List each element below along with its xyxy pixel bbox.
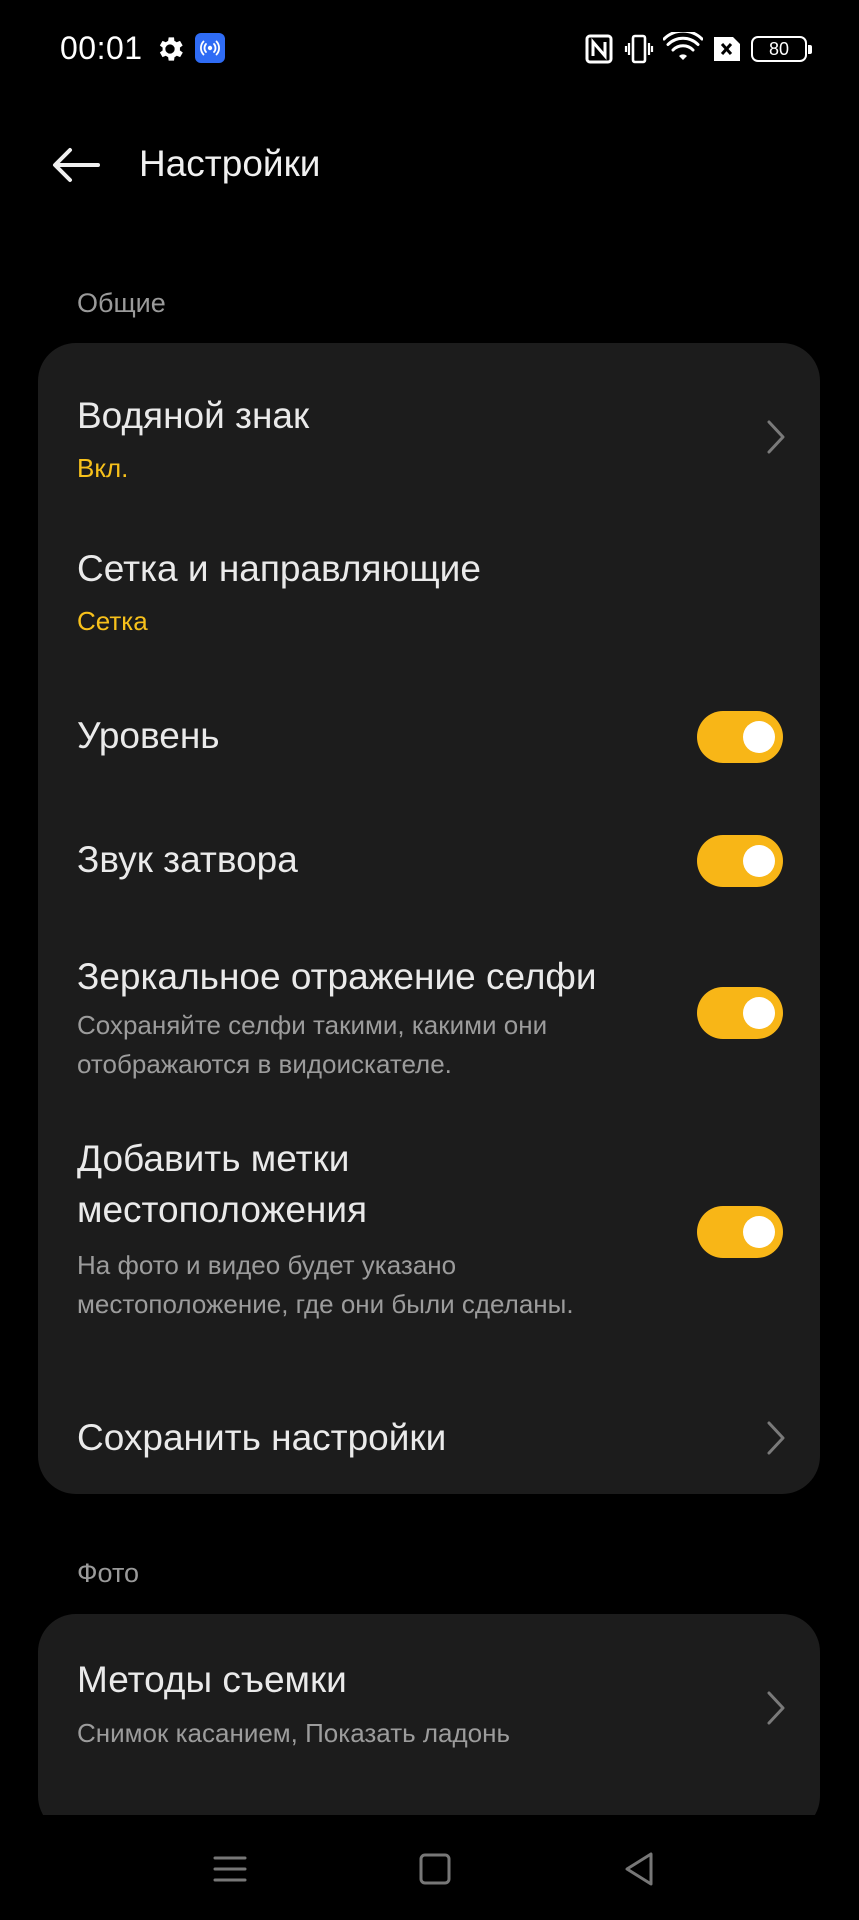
row-watermark[interactable]: Водяной знак Вкл. [38,343,820,493]
row-description: отображаются в видоискателе. [77,1049,452,1079]
settings-card-general: Водяной знак Вкл. Сетка и направляющие С… [38,343,820,1494]
row-mirror-selfie[interactable]: Зеркальное отражение селфи Сохраняйте се… [38,923,820,1113]
toggle-knob [743,721,775,753]
gear-icon [159,37,183,61]
row-shutter-sound[interactable]: Звук затвора [38,804,820,918]
menu-icon[interactable] [206,1845,254,1893]
battery-icon: 80 [751,36,812,62]
back-triangle-icon[interactable] [616,1845,664,1893]
row-title: Звук затвора [77,839,298,880]
status-bar: 00:01 80 [0,0,859,100]
row-description: На фото и видео будет указано [77,1250,457,1280]
page-title: Настройки [139,143,321,184]
row-title: Водяной знак [77,395,310,436]
row-description: местоположение, где они были сделаны. [77,1289,574,1319]
sim-off-icon [714,37,740,61]
status-time: 00:01 [60,30,143,66]
level-toggle[interactable] [697,711,783,763]
row-title: Сетка и направляющие [77,548,481,589]
row-save-settings[interactable]: Сохранить настройки [38,1383,820,1493]
row-description: Снимок касанием, Показать ладонь [77,1718,511,1748]
row-value: Сетка [77,606,148,636]
settings-card-photo: Методы съемки Снимок касанием, Показать … [38,1614,820,1834]
row-title: Зеркальное отражение селфи [77,956,597,997]
row-description: Сохраняйте селфи такими, какими они [77,1010,548,1040]
row-shooting-methods[interactable]: Методы съемки Снимок касанием, Показать … [38,1614,820,1774]
mirror-selfie-toggle[interactable] [697,987,783,1039]
navigation-bar [0,1815,859,1920]
battery-level: 80 [768,39,790,59]
toggle-knob [743,845,775,877]
row-title: Методы съемки [77,1659,347,1700]
row-title: местоположения [77,1189,368,1230]
row-title: Сохранить настройки [77,1417,447,1458]
row-grid-guides[interactable]: Сетка и направляющие Сетка [38,493,820,653]
row-location-tags[interactable]: Добавить метки местоположения На фото и … [38,1133,820,1353]
chevron-right-icon [767,1691,785,1725]
location-tags-toggle[interactable] [697,1206,783,1258]
toggle-knob [743,1216,775,1248]
row-title: Уровень [77,715,220,756]
cast-icon [195,33,225,63]
vibrate-icon [624,34,654,64]
back-arrow-icon[interactable] [46,140,106,190]
row-level[interactable]: Уровень [38,680,820,794]
wifi-icon [663,32,703,60]
section-label-photo: Фото [77,1558,140,1588]
nfc-icon [585,34,613,64]
toggle-knob [743,997,775,1029]
home-icon[interactable] [411,1845,459,1893]
section-label-general: Общие [77,288,166,318]
row-value: Вкл. [77,453,129,483]
row-title: Добавить метки [77,1138,350,1179]
shutter-sound-toggle[interactable] [697,835,783,887]
chevron-right-icon [767,420,785,454]
chevron-right-icon [767,1421,785,1455]
